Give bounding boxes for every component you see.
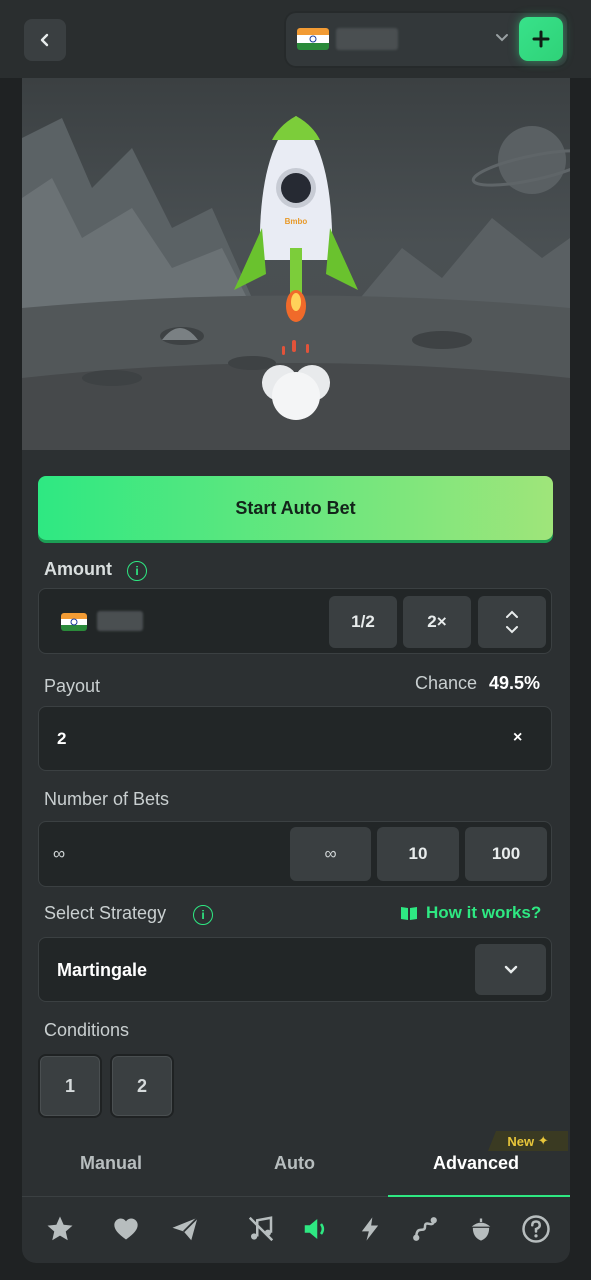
bets-10-button[interactable]: 10 xyxy=(377,827,459,881)
music-off-icon[interactable] xyxy=(244,1212,278,1246)
new-badge: New ✦ xyxy=(488,1131,568,1151)
number-of-bets-label: Number of Bets xyxy=(44,789,170,809)
amount-field[interactable] xyxy=(38,588,552,654)
select-strategy-label: Select Strategy xyxy=(44,903,167,923)
chance-label: Chance xyxy=(415,673,478,693)
top-bar xyxy=(0,0,591,78)
amount-stepper[interactable] xyxy=(478,596,546,648)
bets-100-button[interactable]: 100 xyxy=(465,827,547,881)
conditions-label: Conditions xyxy=(44,1020,130,1040)
balance-hidden xyxy=(336,28,398,50)
send-icon[interactable] xyxy=(168,1212,202,1246)
back-button[interactable] xyxy=(24,19,66,61)
tab-auto[interactable]: Auto xyxy=(274,1153,315,1174)
payout-label: Payout xyxy=(44,676,101,696)
chance-value: 49.5% xyxy=(489,673,541,693)
bets-value: ∞ xyxy=(53,844,66,863)
chevron-up-icon[interactable] xyxy=(505,610,519,619)
route-icon[interactable] xyxy=(408,1212,442,1246)
info-icon[interactable]: i xyxy=(193,905,213,925)
info-icon[interactable]: i xyxy=(127,561,147,581)
condition-1-button[interactable]: 1 xyxy=(38,1054,102,1118)
amount-hidden xyxy=(97,611,143,631)
start-auto-bet-button[interactable]: Start Auto Bet xyxy=(38,476,553,540)
tab-advanced[interactable]: Advanced xyxy=(433,1153,519,1174)
strategy-value: Martingale xyxy=(57,960,148,980)
bottom-toolbar xyxy=(22,1198,570,1263)
wallet-selector[interactable] xyxy=(284,11,569,68)
tab-manual[interactable]: Manual xyxy=(80,1153,142,1174)
plus-icon xyxy=(532,30,550,48)
lightning-icon[interactable] xyxy=(353,1212,387,1246)
volume-icon[interactable] xyxy=(299,1212,333,1246)
active-tab-indicator xyxy=(388,1195,570,1197)
amount-label: Amount xyxy=(44,559,112,579)
mode-tabs: Manual Auto Advanced xyxy=(22,1135,570,1197)
acorn-icon[interactable] xyxy=(464,1212,498,1246)
payout-input[interactable]: 2 × xyxy=(38,706,552,771)
chevron-down-icon[interactable] xyxy=(505,625,519,634)
deposit-button[interactable] xyxy=(519,17,563,61)
payout-value: 2 xyxy=(57,729,67,748)
chevron-down-icon[interactable] xyxy=(494,29,510,45)
condition-2-button[interactable]: 2 xyxy=(110,1054,174,1118)
half-amount-button[interactable]: 1/2 xyxy=(329,596,397,648)
bets-infinity-button[interactable]: ∞ xyxy=(290,827,371,881)
chevron-down-icon xyxy=(504,965,517,974)
help-icon[interactable] xyxy=(519,1212,553,1246)
multiplier-symbol: × xyxy=(513,729,523,746)
heart-icon[interactable] xyxy=(109,1212,143,1246)
strategy-dropdown-button[interactable] xyxy=(475,944,546,995)
india-flag-icon xyxy=(297,28,329,50)
moon-landscape: Bmbo xyxy=(22,116,570,450)
chevron-left-icon xyxy=(40,33,49,47)
how-it-works-text[interactable]: How it works? xyxy=(426,903,541,923)
book-icon xyxy=(401,907,417,920)
how-it-works-link[interactable]: How it works? xyxy=(400,903,541,923)
game-scene: Bmbo xyxy=(22,78,570,450)
star-icon[interactable] xyxy=(43,1212,77,1246)
india-flag-icon xyxy=(61,613,87,631)
double-amount-button[interactable]: 2× xyxy=(403,596,471,648)
rocket-label: Bmbo xyxy=(285,217,308,226)
